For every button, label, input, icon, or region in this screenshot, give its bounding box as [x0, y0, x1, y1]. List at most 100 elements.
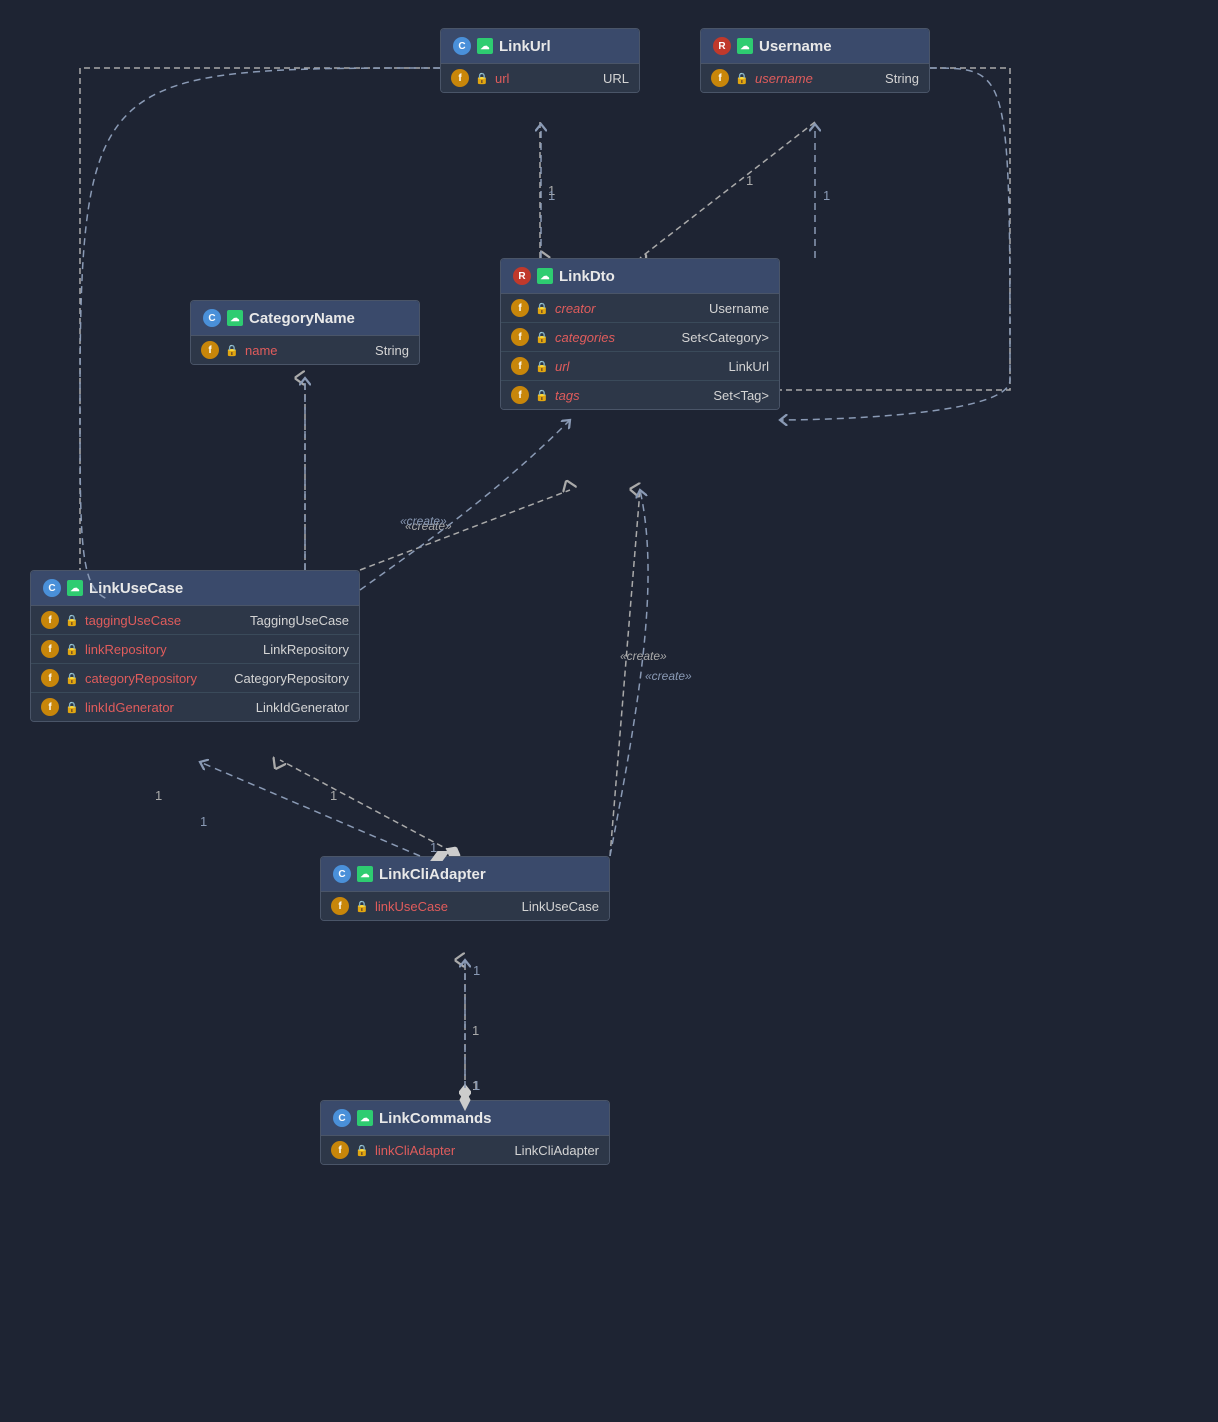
svg-text:1: 1: [330, 788, 337, 803]
field-lock: 🔒: [65, 642, 79, 656]
linkcli-green-badge: ☁: [357, 866, 373, 882]
field-name: tags: [555, 388, 635, 403]
svg-text:1: 1: [548, 183, 555, 198]
field-name: categoryRepository: [85, 671, 197, 686]
field-name: linkCliAdapter: [375, 1143, 455, 1158]
field-lock: 🔒: [535, 388, 549, 402]
linkcommands-badge-c: C: [333, 1109, 351, 1127]
field-name: linkUseCase: [375, 899, 455, 914]
categoryname-title: CategoryName: [249, 310, 355, 327]
field-badge-f: f: [711, 69, 729, 87]
linkdto-field-tags: f 🔒 tags Set<Tag>: [501, 381, 779, 409]
svg-text:1: 1: [746, 173, 753, 188]
field-type: LinkRepository: [263, 642, 349, 657]
field-type: URL: [603, 71, 629, 86]
linkdto-title: LinkDto: [559, 268, 615, 285]
field-badge-f: f: [511, 299, 529, 317]
field-lock: 🔒: [65, 700, 79, 714]
svg-text:1: 1: [473, 1078, 480, 1093]
linkurl-green-badge: ☁: [477, 38, 493, 54]
field-badge-f: f: [331, 897, 349, 915]
field-type: CategoryRepository: [234, 671, 349, 686]
field-lock: 🔒: [475, 71, 489, 85]
field-badge-f: f: [41, 669, 59, 687]
linkcli-header: C ☁ LinkCliAdapter: [321, 857, 609, 892]
linkdto-body: f 🔒 creator Username f 🔒 categories Set<…: [501, 294, 779, 409]
field-type: Set<Category>: [682, 330, 769, 345]
svg-text:1: 1: [472, 1023, 479, 1038]
linkusecase-field-idgen: f 🔒 linkIdGenerator LinkIdGenerator: [31, 693, 359, 721]
linkusecase-box: C ☁ LinkUseCase f 🔒 taggingUseCase Taggi…: [30, 570, 360, 722]
field-badge-f: f: [511, 357, 529, 375]
username-field-username: f 🔒 username String: [701, 64, 929, 92]
linkdto-field-url: f 🔒 url LinkUrl: [501, 352, 779, 381]
linkusecase-field-categoryrepo: f 🔒 categoryRepository CategoryRepositor…: [31, 664, 359, 693]
field-name: linkRepository: [85, 642, 167, 657]
field-type: String: [375, 343, 409, 358]
linkusecase-green-badge: ☁: [67, 580, 83, 596]
field-lock: 🔒: [535, 330, 549, 344]
linkcommands-header: C ☁ LinkCommands: [321, 1101, 609, 1136]
linkcommands-body: f 🔒 linkCliAdapter LinkCliAdapter: [321, 1136, 609, 1164]
field-name: username: [755, 71, 835, 86]
field-name: name: [245, 343, 325, 358]
svg-text:1: 1: [548, 188, 555, 203]
username-body: f 🔒 username String: [701, 64, 929, 92]
svg-text:«create»: «create»: [645, 669, 692, 683]
field-lock: 🔒: [735, 71, 749, 85]
username-box: R ☁ Username f 🔒 username String: [700, 28, 930, 93]
field-lock: 🔒: [535, 359, 549, 373]
field-lock: 🔒: [355, 1143, 369, 1157]
linkdto-header: R ☁ LinkDto: [501, 259, 779, 294]
linkusecase-header: C ☁ LinkUseCase: [31, 571, 359, 606]
username-green-badge: ☁: [737, 38, 753, 54]
linkcli-field-usecase: f 🔒 linkUseCase LinkUseCase: [321, 892, 609, 920]
linkdto-field-creator: f 🔒 creator Username: [501, 294, 779, 323]
linkcli-title: LinkCliAdapter: [379, 866, 486, 883]
field-name: creator: [555, 301, 635, 316]
svg-text:1: 1: [200, 814, 207, 829]
categoryname-body: f 🔒 name String: [191, 336, 419, 364]
field-lock: 🔒: [535, 301, 549, 315]
linkcommands-title: LinkCommands: [379, 1110, 492, 1127]
linkcommands-field-adapter: f 🔒 linkCliAdapter LinkCliAdapter: [321, 1136, 609, 1164]
svg-text:1: 1: [472, 1078, 479, 1093]
linkdto-box: R ☁ LinkDto f 🔒 creator Username f 🔒 cat…: [500, 258, 780, 410]
field-type: Set<Tag>: [713, 388, 769, 403]
linkusecase-body: f 🔒 taggingUseCase TaggingUseCase f 🔒 li…: [31, 606, 359, 721]
linkusecase-title: LinkUseCase: [89, 580, 183, 597]
linkusecase-field-tagging: f 🔒 taggingUseCase TaggingUseCase: [31, 606, 359, 635]
username-badge-r: R: [713, 37, 731, 55]
field-type: LinkCliAdapter: [514, 1143, 599, 1158]
field-type: Username: [709, 301, 769, 316]
field-lock: 🔒: [355, 899, 369, 913]
field-badge-f: f: [511, 328, 529, 346]
linkcli-box: C ☁ LinkCliAdapter f 🔒 linkUseCase LinkU…: [320, 856, 610, 921]
linkdto-green-badge: ☁: [537, 268, 553, 284]
field-type: String: [885, 71, 919, 86]
categoryname-badge-c: C: [203, 309, 221, 327]
svg-text:«create»: «create»: [400, 514, 447, 528]
field-lock: 🔒: [65, 671, 79, 685]
linkurl-box: C ☁ LinkUrl f 🔒 url URL: [440, 28, 640, 93]
linkdto-badge-r: R: [513, 267, 531, 285]
categoryname-header: C ☁ CategoryName: [191, 301, 419, 336]
linkurl-header: C ☁ LinkUrl: [441, 29, 639, 64]
linkurl-body: f 🔒 url URL: [441, 64, 639, 92]
field-name: linkIdGenerator: [85, 700, 174, 715]
linkcommands-box: C ☁ LinkCommands f 🔒 linkCliAdapter Link…: [320, 1100, 610, 1165]
field-name: categories: [555, 330, 635, 345]
linkdto-field-categories: f 🔒 categories Set<Category>: [501, 323, 779, 352]
field-type: LinkUseCase: [522, 899, 599, 914]
field-badge-f: f: [41, 640, 59, 658]
field-lock: 🔒: [225, 343, 239, 357]
field-badge-f: f: [201, 341, 219, 359]
field-type: LinkUrl: [729, 359, 769, 374]
categoryname-box: C ☁ CategoryName f 🔒 name String: [190, 300, 420, 365]
categoryname-green-badge: ☁: [227, 310, 243, 326]
field-type: TaggingUseCase: [250, 613, 349, 628]
linkusecase-badge-c: C: [43, 579, 61, 597]
username-title: Username: [759, 38, 832, 55]
svg-text:1: 1: [430, 840, 437, 855]
svg-text:1: 1: [155, 788, 162, 803]
